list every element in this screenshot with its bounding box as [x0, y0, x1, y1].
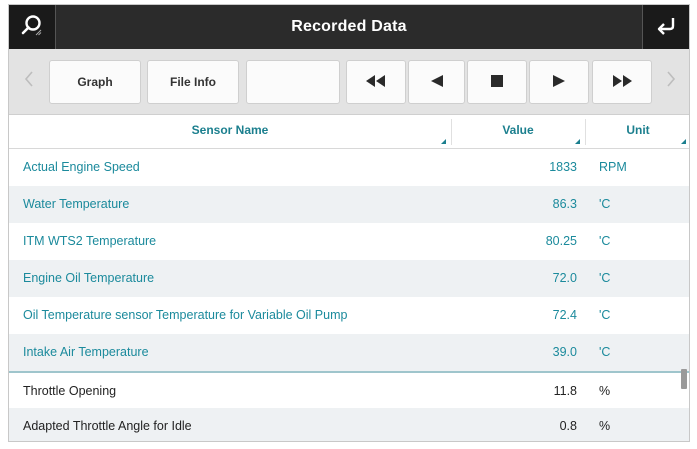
toolbar: Graph File Info — [9, 49, 689, 115]
sensor-value: 72.0 — [552, 271, 577, 285]
sensor-name: Engine Oil Temperature — [23, 271, 155, 285]
column-resize-handle[interactable] — [441, 139, 446, 144]
column-resize-handle[interactable] — [575, 139, 580, 144]
sensor-name: Actual Engine Speed — [23, 160, 140, 174]
file-info-button[interactable]: File Info — [147, 60, 239, 104]
scroll-right-button[interactable] — [657, 60, 685, 104]
sensor-unit: % — [599, 419, 611, 433]
table-row[interactable]: Intake Air Temperature 39.0 'C — [9, 334, 689, 371]
sensor-name: Oil Temperature sensor Temperature for V… — [23, 308, 348, 322]
sensor-value: 11.8 — [553, 384, 577, 398]
chevron-right-icon — [665, 69, 677, 95]
table-row[interactable]: ITM WTS2 Temperature 80.25 'C — [9, 223, 689, 260]
sensor-name: ITM WTS2 Temperature — [23, 234, 157, 248]
scroll-left-button[interactable] — [15, 60, 43, 104]
page-title: Recorded Data — [291, 18, 407, 35]
sensor-unit: 'C — [599, 271, 611, 285]
sensor-unit: % — [599, 384, 611, 398]
stop-icon — [491, 74, 503, 90]
column-header-value[interactable]: Value — [451, 115, 585, 149]
fast-forward-button[interactable] — [592, 60, 652, 104]
play-button[interactable] — [529, 60, 589, 104]
chevron-left-icon — [23, 69, 35, 95]
table-row[interactable]: Adapted Throttle Angle for Idle 0.8 % — [9, 408, 689, 441]
stop-button[interactable] — [467, 60, 527, 104]
column-header-sensor-name[interactable]: Sensor Name — [9, 115, 451, 149]
sensor-unit: 'C — [599, 345, 611, 359]
table-row[interactable]: Oil Temperature sensor Temperature for V… — [9, 297, 689, 334]
blank-button[interactable] — [246, 60, 340, 104]
rewind-button[interactable] — [346, 60, 406, 104]
return-button[interactable] — [643, 5, 689, 49]
graph-button[interactable]: Graph — [49, 60, 141, 104]
scrollbar-thumb[interactable] — [681, 369, 687, 389]
sensor-value: 39.0 — [552, 345, 577, 359]
column-header-unit[interactable]: Unit — [585, 115, 689, 149]
sensor-value: 86.3 — [552, 197, 577, 211]
table-header: Sensor Name Value Unit — [9, 115, 689, 149]
graph-button-label: Graph — [77, 75, 113, 89]
table-row[interactable]: Actual Engine Speed 1833 RPM — [9, 149, 689, 186]
table-row[interactable]: Engine Oil Temperature 72.0 'C — [9, 260, 689, 297]
sensor-value: 0.8 — [559, 419, 577, 433]
sensor-name: Adapted Throttle Angle for Idle — [23, 419, 192, 433]
play-icon — [552, 74, 566, 90]
sensor-unit: RPM — [599, 160, 627, 174]
sensor-value: 1833 — [549, 160, 577, 174]
title-bar: Recorded Data — [9, 5, 689, 49]
sensor-value: 80.25 — [545, 234, 577, 248]
sensor-name: Water Temperature — [23, 197, 130, 211]
sensor-unit: 'C — [599, 308, 611, 322]
return-icon — [654, 15, 678, 40]
sensor-unit: 'C — [599, 234, 611, 248]
table-row[interactable]: Water Temperature 86.3 'C — [9, 186, 689, 223]
recorded-data-window: Recorded Data Graph File Info Sensor Nam… — [8, 4, 690, 442]
sensor-name: Throttle Opening — [23, 384, 117, 398]
table-row[interactable]: Throttle Opening 11.8 % — [9, 371, 689, 408]
sensor-value: 72.4 — [552, 308, 577, 322]
sensor-name: Intake Air Temperature — [23, 345, 149, 359]
fast-forward-icon — [612, 74, 632, 90]
column-resize-handle[interactable] — [681, 139, 686, 144]
step-back-button[interactable] — [408, 60, 465, 104]
file-info-button-label: File Info — [170, 75, 216, 89]
play-reverse-icon — [430, 74, 444, 90]
rewind-icon — [366, 74, 386, 90]
sensor-unit: 'C — [599, 197, 611, 211]
